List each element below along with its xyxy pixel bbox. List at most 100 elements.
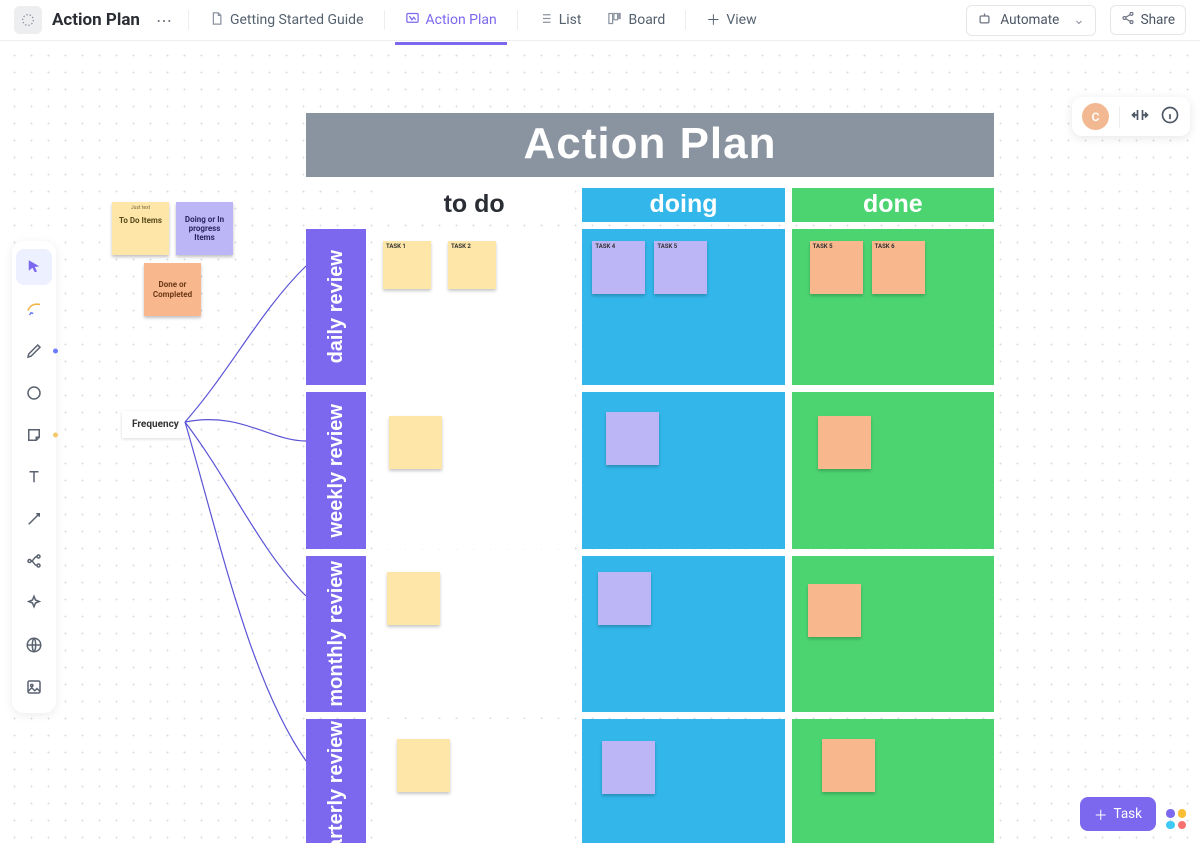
sticky-task5b[interactable]: TASK 5	[810, 241, 863, 294]
plus-icon: ＋	[1094, 804, 1108, 824]
sticky-blank[interactable]	[387, 572, 440, 625]
avatar[interactable]: C	[1082, 103, 1109, 130]
new-task-button[interactable]: ＋ Task	[1080, 797, 1156, 831]
whiteboard-icon	[405, 11, 420, 30]
rowlabel-daily: daily review	[306, 229, 366, 386]
legend-todo[interactable]: Just text To Do Items	[112, 202, 169, 255]
sticky-task2[interactable]: TASK 2	[448, 241, 496, 289]
board-header-row: to do doing done	[306, 188, 994, 222]
sticky-blank[interactable]	[822, 739, 875, 792]
top-bar: Action Plan ⋯ Getting Started Guide Acti…	[0, 0, 1200, 41]
col-header-doing: doing	[582, 188, 784, 222]
nav-board[interactable]: Board	[597, 5, 675, 36]
legend-done-label: Done or Completed	[148, 280, 197, 298]
nav-separator	[685, 10, 686, 30]
legend-just-text: Just text	[131, 206, 150, 212]
share-icon	[1121, 11, 1135, 29]
tool-mindmap[interactable]	[16, 543, 52, 579]
tool-image[interactable]	[16, 669, 52, 705]
row-quarterly: quarterly review	[306, 719, 994, 843]
tool-cursor[interactable]	[16, 249, 52, 285]
frequency-node[interactable]: Frequency	[122, 411, 189, 438]
rowlabel-weekly: weekly review	[306, 392, 366, 549]
cell-monthly-done[interactable]	[792, 556, 994, 713]
col-header-done: done	[792, 188, 994, 222]
legend-doing[interactable]: Doing or In progress Items	[176, 202, 233, 255]
cell-weekly-doing[interactable]	[582, 392, 784, 549]
nav-list[interactable]: List	[528, 5, 592, 36]
tool-web[interactable]	[16, 627, 52, 663]
apps-grid-icon[interactable]	[1166, 809, 1186, 829]
nav-board-label: Board	[628, 12, 665, 28]
page-title: Action Plan	[52, 10, 140, 30]
nav-guide[interactable]: Getting Started Guide	[199, 5, 374, 36]
row-weekly: weekly review	[306, 392, 994, 549]
app-icon[interactable]	[14, 6, 42, 34]
sticky-task6[interactable]: TASK 6	[872, 241, 925, 294]
list-icon	[538, 11, 553, 30]
tool-connector[interactable]	[16, 501, 52, 537]
sticky-task1[interactable]: TASK 1	[383, 241, 431, 289]
tool-pen[interactable]	[16, 333, 52, 369]
cell-monthly-todo[interactable]	[373, 556, 575, 713]
more-menu[interactable]: ⋯	[150, 11, 178, 30]
cell-weekly-done[interactable]	[792, 392, 994, 549]
nav-list-label: List	[559, 12, 582, 28]
frequency-label: Frequency	[132, 419, 179, 430]
sticky-blank[interactable]	[818, 416, 871, 469]
cell-quarterly-todo[interactable]	[373, 719, 575, 843]
action-plan-board: Action Plan to do doing done daily revie…	[306, 113, 994, 843]
cell-daily-todo[interactable]: TASK 1 TASK 2	[373, 229, 575, 386]
col-header-todo: to do	[373, 188, 575, 222]
tool-ai[interactable]	[16, 585, 52, 621]
sticky-blank[interactable]	[808, 584, 861, 637]
nav-actionplan-label: Action Plan	[426, 12, 497, 28]
board-icon	[607, 11, 622, 30]
sticky-blank[interactable]	[606, 412, 659, 465]
nav-guide-label: Getting Started Guide	[230, 12, 364, 28]
cell-monthly-doing[interactable]	[582, 556, 784, 713]
left-toolbar	[12, 241, 56, 713]
chevron-down-icon: ⌄	[1073, 12, 1084, 28]
cell-quarterly-done[interactable]	[792, 719, 994, 843]
nav-separator	[517, 10, 518, 30]
legend-todo-label: To Do Items	[119, 216, 162, 225]
task-button-label: Task	[1114, 806, 1142, 822]
nav-separator	[188, 10, 189, 30]
cell-daily-done[interactable]: TASK 5 TASK 6	[792, 229, 994, 386]
sticky-blank[interactable]	[397, 739, 450, 792]
row-monthly: monthly review	[306, 556, 994, 713]
rowlabel-quarterly: quarterly review	[306, 719, 366, 843]
doc-icon	[209, 11, 224, 30]
row-daily: daily review TASK 1 TASK 2 TASK 4 TASK 5…	[306, 229, 994, 386]
cell-quarterly-doing[interactable]	[582, 719, 784, 843]
presence-widget: C	[1072, 97, 1190, 136]
tool-shape[interactable]	[16, 375, 52, 411]
fit-width-icon[interactable]	[1130, 105, 1150, 129]
tool-sticky[interactable]	[16, 417, 52, 453]
legend-done[interactable]: Done or Completed	[144, 263, 201, 316]
plus-icon: ＋	[706, 10, 720, 30]
sticky-task5a[interactable]: TASK 5	[654, 241, 707, 294]
tool-text[interactable]	[16, 459, 52, 495]
legend-doing-label: Doing or In progress Items	[180, 215, 229, 243]
sticky-blank[interactable]	[598, 572, 651, 625]
sticky-task4[interactable]: TASK 4	[592, 241, 645, 294]
robot-icon	[977, 11, 992, 30]
share-button[interactable]: Share	[1110, 5, 1186, 35]
tool-auto-shape[interactable]	[16, 291, 52, 327]
nav-add-view[interactable]: ＋ View	[696, 4, 766, 36]
automate-label: Automate	[1000, 12, 1059, 28]
sticky-blank[interactable]	[389, 416, 442, 469]
share-label: Share	[1141, 12, 1175, 28]
canvas[interactable]: C Just text To Do Items Doing or In prog…	[0, 41, 1200, 843]
nav-separator	[384, 10, 385, 30]
sticky-blank[interactable]	[602, 741, 655, 794]
board-title: Action Plan	[306, 113, 994, 177]
rowlabel-monthly: monthly review	[306, 556, 366, 713]
cell-daily-doing[interactable]: TASK 4 TASK 5	[582, 229, 784, 386]
cell-weekly-todo[interactable]	[373, 392, 575, 549]
info-icon[interactable]	[1160, 105, 1180, 129]
automate-button[interactable]: Automate ⌄	[966, 5, 1095, 36]
nav-actionplan[interactable]: Action Plan	[395, 5, 507, 36]
